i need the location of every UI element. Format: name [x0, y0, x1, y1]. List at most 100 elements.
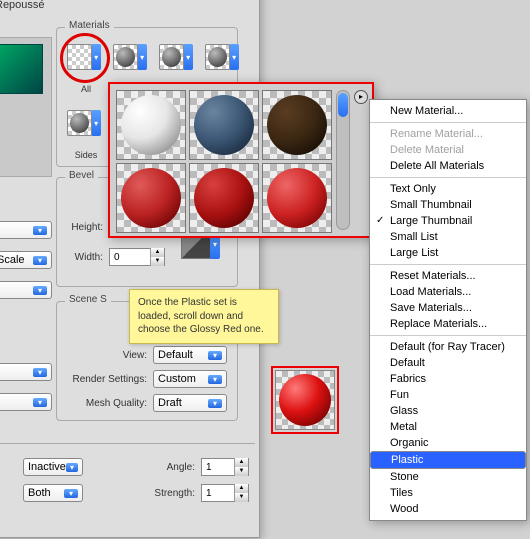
material-swatch[interactable]: ▾: [159, 40, 193, 74]
menu-tiles[interactable]: Tiles: [370, 485, 526, 501]
menu-large-thumb[interactable]: Large Thumbnail: [370, 213, 526, 229]
strength-label: Strength:: [145, 488, 195, 499]
material-swatch[interactable]: ▾: [205, 40, 239, 74]
material-swatch[interactable]: ▾: [113, 40, 147, 74]
dropdown-arrow-icon[interactable]: ▾: [91, 110, 101, 136]
sphere-icon: [194, 95, 254, 155]
dropdown-arrow-icon[interactable]: ▾: [229, 44, 239, 70]
repousse-panel: Repoussé Materials ▾ All ▾ ▾ ▾: [0, 0, 260, 538]
menu-separator: [370, 177, 526, 178]
materials-legend: Materials: [65, 20, 114, 31]
view-value: Default: [158, 349, 193, 361]
inactive-value: Inactive: [28, 461, 66, 473]
material-thumb[interactable]: [116, 163, 186, 233]
left-select[interactable]: ▾: [0, 221, 52, 239]
menu-new-material[interactable]: New Material...: [370, 103, 526, 119]
menu-default[interactable]: Default: [370, 355, 526, 371]
menu-glass[interactable]: Glass: [370, 403, 526, 419]
sphere-icon: [267, 95, 327, 155]
material-thumb[interactable]: [262, 90, 332, 160]
sphere-icon: [121, 168, 181, 228]
strength-field[interactable]: 1▲▼: [201, 484, 249, 502]
sphere-icon: [205, 44, 230, 70]
menu-rename-material: Rename Material...: [370, 126, 526, 142]
menu-delete-all[interactable]: Delete All Materials: [370, 158, 526, 174]
angle-field[interactable]: 1▲▼: [201, 458, 249, 476]
menu-organic[interactable]: Organic: [370, 435, 526, 451]
swatch-label: All: [67, 84, 105, 94]
mesh-select[interactable]: Draft▾: [153, 394, 227, 412]
menu-text-only[interactable]: Text Only: [370, 181, 526, 197]
scale-value: Scale: [0, 254, 25, 266]
sphere-icon: [121, 95, 181, 155]
menu-stone[interactable]: Stone: [370, 469, 526, 485]
shape-preview: [0, 37, 52, 177]
material-thumb[interactable]: [189, 163, 259, 233]
sphere-icon: [159, 44, 184, 70]
scrollbar[interactable]: [336, 90, 350, 230]
materials-flyout: ▸ ◢: [108, 82, 374, 238]
dropdown-arrow-icon[interactable]: ▾: [137, 44, 147, 70]
angle-label: Angle:: [145, 462, 195, 473]
render-select[interactable]: Custom▾: [153, 370, 227, 388]
sphere-icon: [67, 110, 92, 136]
scene-legend: Scene S: [65, 294, 111, 305]
strength-value: 1: [202, 488, 234, 499]
menu-reset[interactable]: Reset Materials...: [370, 268, 526, 284]
render-label: Render Settings:: [61, 374, 147, 385]
width-label: Width:: [61, 252, 103, 263]
menu-small-list[interactable]: Small List: [370, 229, 526, 245]
menu-load[interactable]: Load Materials...: [370, 284, 526, 300]
materials-context-menu: New Material... Rename Material... Delet…: [369, 99, 527, 521]
mesh-value: Draft: [158, 397, 182, 409]
material-thumb[interactable]: [262, 163, 332, 233]
spinner[interactable]: ▲▼: [234, 484, 248, 502]
annotation-note: Once the Plastic set is loaded, scroll d…: [129, 289, 279, 344]
menu-small-thumb[interactable]: Small Thumbnail: [370, 197, 526, 213]
inactive-select[interactable]: Inactive▾: [23, 458, 83, 476]
left-controls: ▾ Scale▾ ▾ ▾ ▾: [0, 221, 52, 411]
material-swatch-sides[interactable]: ▾ Sides: [67, 106, 101, 140]
menu-fabrics[interactable]: Fabrics: [370, 371, 526, 387]
menu-separator: [370, 264, 526, 265]
material-thumb[interactable]: [189, 90, 259, 160]
width-field[interactable]: 0▲▼: [109, 248, 165, 266]
menu-save[interactable]: Save Materials...: [370, 300, 526, 316]
menu-wood[interactable]: Wood: [370, 501, 526, 517]
material-thumb[interactable]: [116, 90, 186, 160]
menu-delete-material: Delete Material: [370, 142, 526, 158]
spinner[interactable]: ▲▼: [150, 248, 164, 266]
menu-metal[interactable]: Metal: [370, 419, 526, 435]
sphere-icon: [113, 44, 138, 70]
left-select[interactable]: ▾: [0, 393, 52, 411]
left-select[interactable]: ▾: [0, 281, 52, 299]
width-value: 0: [110, 252, 150, 263]
menu-separator: [370, 122, 526, 123]
selected-material-preview: [275, 370, 335, 430]
swatch-label: Sides: [67, 150, 105, 160]
mesh-label: Mesh Quality:: [61, 398, 147, 409]
sphere-icon: [267, 168, 327, 228]
cube-icon: [0, 44, 43, 94]
callout-circle: [60, 33, 110, 83]
flyout-menu-icon[interactable]: ▸: [354, 90, 368, 104]
height-label: Height:: [61, 222, 103, 233]
menu-default-ray[interactable]: Default (for Ray Tracer): [370, 339, 526, 355]
menu-plastic[interactable]: Plastic: [370, 451, 526, 469]
render-value: Custom: [158, 373, 196, 385]
sphere-icon: [194, 168, 254, 228]
scroll-thumb[interactable]: [338, 93, 348, 117]
both-select[interactable]: Both▾: [23, 484, 83, 502]
view-select[interactable]: Default▾: [153, 346, 227, 364]
menu-replace[interactable]: Replace Materials...: [370, 316, 526, 332]
scale-select[interactable]: Scale▾: [0, 251, 52, 269]
left-select[interactable]: ▾: [0, 363, 52, 381]
bevel-legend: Bevel: [65, 170, 98, 181]
sphere-icon: [279, 374, 331, 426]
dropdown-arrow-icon[interactable]: ▾: [183, 44, 193, 70]
menu-fun[interactable]: Fun: [370, 387, 526, 403]
menu-large-list[interactable]: Large List: [370, 245, 526, 261]
both-value: Both: [28, 487, 51, 499]
panel-title: Repoussé: [0, 0, 45, 11]
spinner[interactable]: ▲▼: [234, 458, 248, 476]
